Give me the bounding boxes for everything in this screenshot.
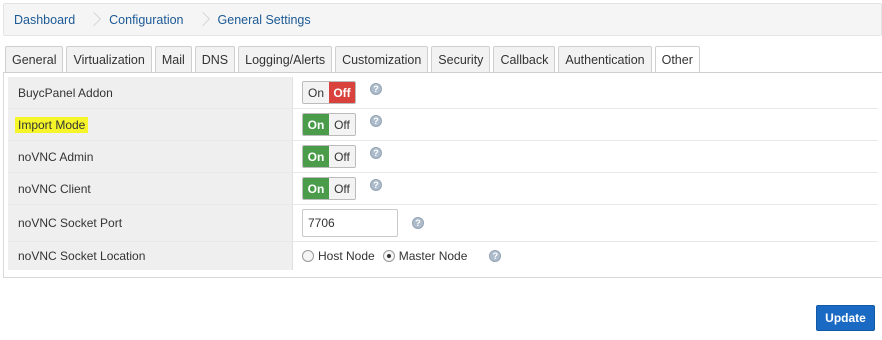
toggle-on[interactable]: On <box>303 178 329 199</box>
import-mode-toggle[interactable]: On Off <box>302 113 356 136</box>
toggle-off[interactable]: Off <box>329 178 355 199</box>
help-icon[interactable]: ? <box>370 114 382 127</box>
help-icon[interactable]: ? <box>370 178 382 191</box>
settings-row-novnc-client: noVNC Client On Off ? <box>8 173 878 205</box>
radio-master-node[interactable]: Master Node <box>382 249 468 263</box>
novnc-admin-toggle[interactable]: On Off <box>302 145 356 168</box>
tab-dns[interactable]: DNS <box>194 46 236 72</box>
breadcrumb-dashboard[interactable]: Dashboard <box>14 13 75 27</box>
tab-other[interactable]: Other <box>654 46 700 73</box>
tab-logging-alerts[interactable]: Logging/Alerts <box>238 46 333 72</box>
toggle-on[interactable]: On <box>303 146 329 167</box>
setting-label: Import Mode <box>15 116 89 133</box>
settings-row-novnc-admin: noVNC Admin On Off ? <box>8 141 878 173</box>
radio-unchecked-icon[interactable] <box>302 250 314 262</box>
toggle-off[interactable]: Off <box>329 146 355 167</box>
radio-checked-icon[interactable] <box>382 250 395 262</box>
tab-virtualization[interactable]: Virtualization <box>66 46 152 72</box>
help-icon[interactable]: ? <box>489 250 502 262</box>
breadcrumb-configuration[interactable]: Configuration <box>109 13 183 27</box>
novnc-client-toggle[interactable]: On Off <box>302 177 356 200</box>
help-icon[interactable]: ? <box>370 146 382 159</box>
tab-callback[interactable]: Callback <box>493 46 556 72</box>
radio-label: Master Node <box>398 249 468 263</box>
settings-row-buycpanel-addon: BuycPanel Addon On Off ? <box>8 77 878 109</box>
toggle-on[interactable]: On <box>303 114 329 135</box>
settings-panel: BuycPanel Addon On Off ? Import Mode On … <box>3 72 882 278</box>
settings-row-novnc-socket-port: noVNC Socket Port ? <box>8 205 878 242</box>
breadcrumb-general-settings[interactable]: General Settings <box>218 13 311 27</box>
chevron-right-icon <box>198 10 208 30</box>
setting-label: noVNC Client <box>8 173 293 204</box>
tab-general[interactable]: General <box>5 46 64 72</box>
breadcrumb: Dashboard Configuration General Settings <box>3 3 882 36</box>
tab-mail[interactable]: Mail <box>154 46 192 72</box>
setting-label: noVNC Socket Port <box>8 205 293 241</box>
novnc-socket-port-input[interactable] <box>302 209 398 237</box>
tab-authentication[interactable]: Authentication <box>558 46 652 72</box>
tab-security[interactable]: Security <box>431 46 491 72</box>
settings-row-novnc-socket-location: noVNC Socket Location Host Node Master N… <box>8 242 878 270</box>
update-button[interactable]: Update <box>816 305 875 331</box>
novnc-socket-location-radio-group: Host Node Master Node <box>302 249 475 263</box>
toggle-on[interactable]: On <box>303 82 329 103</box>
setting-label: BuycPanel Addon <box>8 77 293 108</box>
chevron-right-icon <box>89 10 99 30</box>
help-icon[interactable]: ? <box>370 82 382 95</box>
buycpanel-addon-toggle[interactable]: On Off <box>302 81 356 104</box>
setting-label: noVNC Admin <box>8 141 293 172</box>
radio-label: Host Node <box>318 249 375 263</box>
setting-label: noVNC Socket Location <box>8 242 293 270</box>
settings-tabs: General Virtualization Mail DNS Logging/… <box>5 46 703 73</box>
settings-row-import-mode: Import Mode On Off ? <box>8 109 878 141</box>
tab-customization[interactable]: Customization <box>335 46 429 72</box>
radio-host-node[interactable]: Host Node <box>302 249 375 263</box>
toggle-off[interactable]: Off <box>329 82 355 103</box>
toggle-off[interactable]: Off <box>329 114 355 135</box>
help-icon[interactable]: ? <box>412 217 424 229</box>
